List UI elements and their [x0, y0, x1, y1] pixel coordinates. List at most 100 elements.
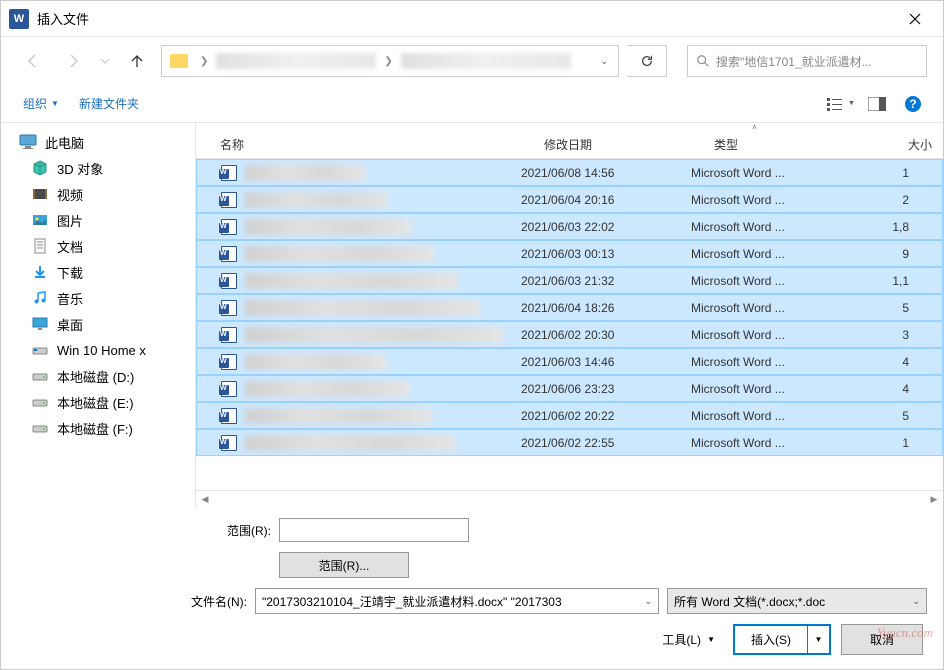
forward-button[interactable]: [57, 45, 89, 77]
file-row[interactable]: 2021/06/03 21:32 Microsoft Word ... 1,1: [196, 267, 943, 294]
breadcrumb-segment[interactable]: [216, 53, 376, 69]
organize-menu[interactable]: 组织 ▼: [13, 89, 69, 118]
file-size: 1,1: [849, 274, 909, 288]
chevron-down-icon[interactable]: ⌄: [912, 596, 920, 607]
scroll-left-icon[interactable]: ◀: [196, 491, 214, 509]
chevron-down-icon[interactable]: ⌄: [644, 596, 652, 607]
up-button[interactable]: [121, 45, 153, 77]
file-row[interactable]: 2021/06/06 23:23 Microsoft Word ... 4: [196, 375, 943, 402]
refresh-icon: [640, 54, 654, 68]
video-icon: [31, 185, 49, 203]
file-size: 5: [849, 301, 909, 315]
sidebar-this-pc[interactable]: 此电脑: [1, 129, 195, 155]
file-size: 3: [849, 328, 909, 342]
refresh-button[interactable]: [627, 45, 667, 77]
breadcrumb[interactable]: ❯ ❯ ⌄: [161, 45, 619, 77]
sidebar-item[interactable]: 文档: [1, 233, 195, 259]
file-date: 2021/06/02 22:55: [521, 436, 691, 450]
recent-dropdown[interactable]: [97, 45, 113, 77]
insert-button-main[interactable]: 插入(S): [735, 626, 807, 653]
range-button[interactable]: 范围(R)...: [279, 552, 409, 578]
filename-combobox[interactable]: "2017303210104_汪靖宇_就业派遣材料.docx" "2017303…: [255, 588, 659, 614]
sidebar-item[interactable]: Win 10 Home x: [1, 337, 195, 363]
column-headers: 名称 修改日期 类型 大小: [196, 131, 943, 159]
horizontal-scrollbar[interactable]: ◀ ▶: [196, 490, 943, 508]
sidebar-item-label: 文档: [57, 237, 83, 256]
chevron-down-icon[interactable]: ⌄: [594, 56, 614, 67]
preview-pane-button[interactable]: [859, 90, 895, 118]
word-app-icon: W: [9, 9, 29, 29]
breadcrumb-separator-icon: ❯: [194, 56, 214, 67]
column-header-name[interactable]: 名称: [220, 136, 544, 153]
file-type: Microsoft Word ...: [691, 355, 849, 369]
search-input[interactable]: 搜索"地信1701_就业派遣材...: [687, 45, 927, 77]
file-name: [245, 165, 365, 181]
sidebar-label: 此电脑: [45, 133, 84, 152]
sidebar-item[interactable]: 视频: [1, 181, 195, 207]
filename-value: "2017303210104_汪靖宇_就业派遣材料.docx" "2017303: [262, 593, 562, 610]
file-name: [245, 354, 386, 370]
word-doc-icon: [221, 192, 237, 208]
filetype-combobox[interactable]: 所有 Word 文档(*.docx;*.doc ⌄: [667, 588, 927, 614]
file-type: Microsoft Word ...: [691, 166, 849, 180]
range-input[interactable]: [279, 518, 469, 542]
back-button[interactable]: [17, 45, 49, 77]
file-row[interactable]: 2021/06/04 18:26 Microsoft Word ... 5: [196, 294, 943, 321]
column-header-size[interactable]: 大小: [872, 136, 932, 153]
file-row[interactable]: 2021/06/08 14:56 Microsoft Word ... 1: [196, 159, 943, 186]
sidebar-item[interactable]: 桌面: [1, 311, 195, 337]
sidebar-item[interactable]: 本地磁盘 (F:): [1, 415, 195, 441]
insert-button[interactable]: 插入(S) ▼: [733, 624, 831, 655]
word-doc-icon: [221, 300, 237, 316]
column-header-type[interactable]: 类型: [714, 136, 872, 153]
sidebar-item-label: 本地磁盘 (E:): [57, 393, 134, 412]
sidebar-item[interactable]: 3D 对象: [1, 155, 195, 181]
sidebar-item[interactable]: 本地磁盘 (D:): [1, 363, 195, 389]
file-row[interactable]: 2021/06/02 22:55 Microsoft Word ... 1: [196, 429, 943, 456]
view-options-button[interactable]: ▼: [823, 90, 859, 118]
cancel-button[interactable]: 取消: [841, 624, 923, 655]
arrow-up-icon: [129, 53, 145, 69]
word-doc-icon: [221, 165, 237, 181]
scroll-right-icon[interactable]: ▶: [925, 491, 943, 509]
sidebar-item-label: 音乐: [57, 289, 83, 308]
insert-button-dropdown[interactable]: ▼: [807, 626, 829, 653]
close-icon: [909, 13, 921, 25]
word-doc-icon: [221, 327, 237, 343]
title-bar: W 插入文件: [1, 1, 943, 37]
file-name: [245, 408, 432, 424]
sidebar-item[interactable]: 图片: [1, 207, 195, 233]
help-button[interactable]: ?: [895, 90, 931, 118]
file-name: [245, 273, 457, 289]
new-folder-button[interactable]: 新建文件夹: [69, 89, 149, 118]
close-button[interactable]: [895, 1, 935, 37]
file-name: [245, 327, 503, 343]
file-row[interactable]: 2021/06/03 22:02 Microsoft Word ... 1,8: [196, 213, 943, 240]
file-row[interactable]: 2021/06/03 14:46 Microsoft Word ... 4: [196, 348, 943, 375]
navigation-sidebar[interactable]: 此电脑 3D 对象视频图片文档下载音乐桌面Win 10 Home x本地磁盘 (…: [1, 123, 196, 508]
tools-menu[interactable]: 工具(L) ▼: [654, 627, 723, 652]
file-type: Microsoft Word ...: [691, 193, 849, 207]
file-row[interactable]: 2021/06/03 00:13 Microsoft Word ... 9: [196, 240, 943, 267]
column-header-date[interactable]: 修改日期: [544, 136, 714, 153]
svg-text:?: ?: [909, 97, 916, 111]
file-row[interactable]: 2021/06/02 20:22 Microsoft Word ... 5: [196, 402, 943, 429]
pc-icon: [19, 133, 37, 151]
sidebar-item[interactable]: 下载: [1, 259, 195, 285]
file-date: 2021/06/06 23:23: [521, 382, 691, 396]
file-type: Microsoft Word ...: [691, 247, 849, 261]
chevron-down-icon: [100, 56, 110, 66]
toolbar: 组织 ▼ 新建文件夹 ▼ ?: [1, 85, 943, 123]
file-list[interactable]: 2021/06/08 14:56 Microsoft Word ... 1 20…: [196, 159, 943, 490]
osdrive-icon: [31, 341, 49, 359]
sidebar-item[interactable]: 音乐: [1, 285, 195, 311]
file-name: [245, 219, 411, 235]
breadcrumb-segment[interactable]: [401, 53, 571, 69]
sidebar-item-label: 图片: [57, 211, 83, 230]
sidebar-item[interactable]: 本地磁盘 (E:): [1, 389, 195, 415]
word-doc-icon: [221, 381, 237, 397]
file-date: 2021/06/03 21:32: [521, 274, 691, 288]
file-row[interactable]: 2021/06/02 20:30 Microsoft Word ... 3: [196, 321, 943, 348]
file-name: [245, 246, 434, 262]
file-row[interactable]: 2021/06/04 20:16 Microsoft Word ... 2: [196, 186, 943, 213]
